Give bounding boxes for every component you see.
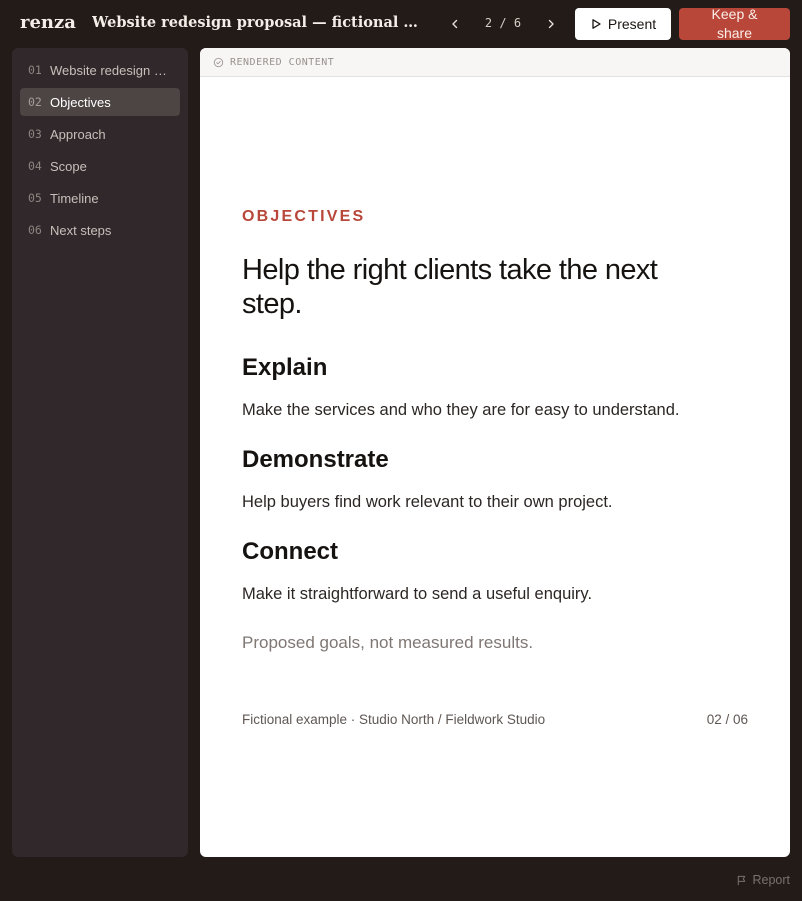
sidebar-item-website-redesign[interactable]: 01 Website redesign proposal xyxy=(20,56,180,84)
report-label: Report xyxy=(752,873,790,887)
present-button[interactable]: Present xyxy=(575,8,671,40)
document-title: Website redesign proposal — fictional ex… xyxy=(92,14,422,31)
top-bar: renza Website redesign proposal — fictio… xyxy=(0,0,802,48)
sidebar-item-number: 02 xyxy=(28,95,42,109)
section-body: Make it straightforward to send a useful… xyxy=(242,585,593,603)
sidebar-item-number: 01 xyxy=(28,63,42,77)
sidebar-item-timeline[interactable]: 05 Timeline xyxy=(20,184,180,212)
sidebar-item-objectives[interactable]: 02 Objectives xyxy=(20,88,180,116)
current-page: 2 xyxy=(484,16,493,30)
app-logo[interactable]: renza xyxy=(20,12,76,33)
sidebar-item-scope[interactable]: 04 Scope xyxy=(20,152,180,180)
total-pages: 6 xyxy=(513,16,522,30)
slide-headline: Help the right clients take the next ste… xyxy=(242,254,658,320)
section-title: Connect xyxy=(242,538,338,565)
keep-and-share-label: Keep & share xyxy=(711,6,758,41)
sidebar-item-number: 06 xyxy=(28,223,42,237)
slide-footer-page: 02 / 06 xyxy=(706,712,748,727)
rendered-content-label: RENDERED CONTENT xyxy=(230,56,335,68)
next-slide-button[interactable] xyxy=(539,12,563,36)
slide-eyebrow: OBJECTIVES xyxy=(242,208,366,225)
previous-slide-button[interactable] xyxy=(443,12,467,36)
sidebar-item-number: 04 xyxy=(28,159,42,173)
sidebar-item-label: Objectives xyxy=(50,94,111,110)
slide-note: Proposed goals, not measured results. xyxy=(242,633,534,652)
sidebar-item-number: 03 xyxy=(28,127,42,141)
sidebar-item-label: Approach xyxy=(50,126,106,142)
play-icon xyxy=(592,19,601,29)
slide-panel: RENDERED CONTENT OBJECTIVES Help the rig… xyxy=(200,48,790,857)
sidebar-item-approach[interactable]: 03 Approach xyxy=(20,120,180,148)
section-title: Explain xyxy=(242,354,328,381)
report-link[interactable]: Report xyxy=(736,873,790,887)
keep-and-share-button[interactable]: Keep & share xyxy=(679,6,790,41)
rendered-content-header: RENDERED CONTENT xyxy=(200,48,790,77)
sidebar-item-label: Scope xyxy=(50,158,87,174)
sidebar-item-label: Timeline xyxy=(50,190,99,206)
flag-icon xyxy=(738,875,746,885)
sidebar-item-label: Website redesign proposal xyxy=(50,62,172,78)
shield-check-icon xyxy=(213,57,224,67)
slide-footer-credit: Fictional example · Studio North / Field… xyxy=(242,712,546,727)
sidebar-item-next-steps[interactable]: 06 Next steps xyxy=(20,216,180,244)
chevron-right-icon xyxy=(548,19,554,29)
slide-sidebar: 01 Website redesign proposal 02 Objectiv… xyxy=(12,48,188,857)
section-body: Make the services and who they are for e… xyxy=(242,401,680,419)
chevron-left-icon xyxy=(452,19,458,29)
page-indicator: 2 / 6 xyxy=(470,16,536,30)
page-separator: / xyxy=(499,16,507,30)
present-label: Present xyxy=(607,16,657,32)
section-body: Help buyers find work relevant to their … xyxy=(242,493,613,511)
section-title: Demonstrate xyxy=(242,446,389,473)
sidebar-item-number: 05 xyxy=(28,191,42,205)
sidebar-item-label: Next steps xyxy=(50,222,112,238)
